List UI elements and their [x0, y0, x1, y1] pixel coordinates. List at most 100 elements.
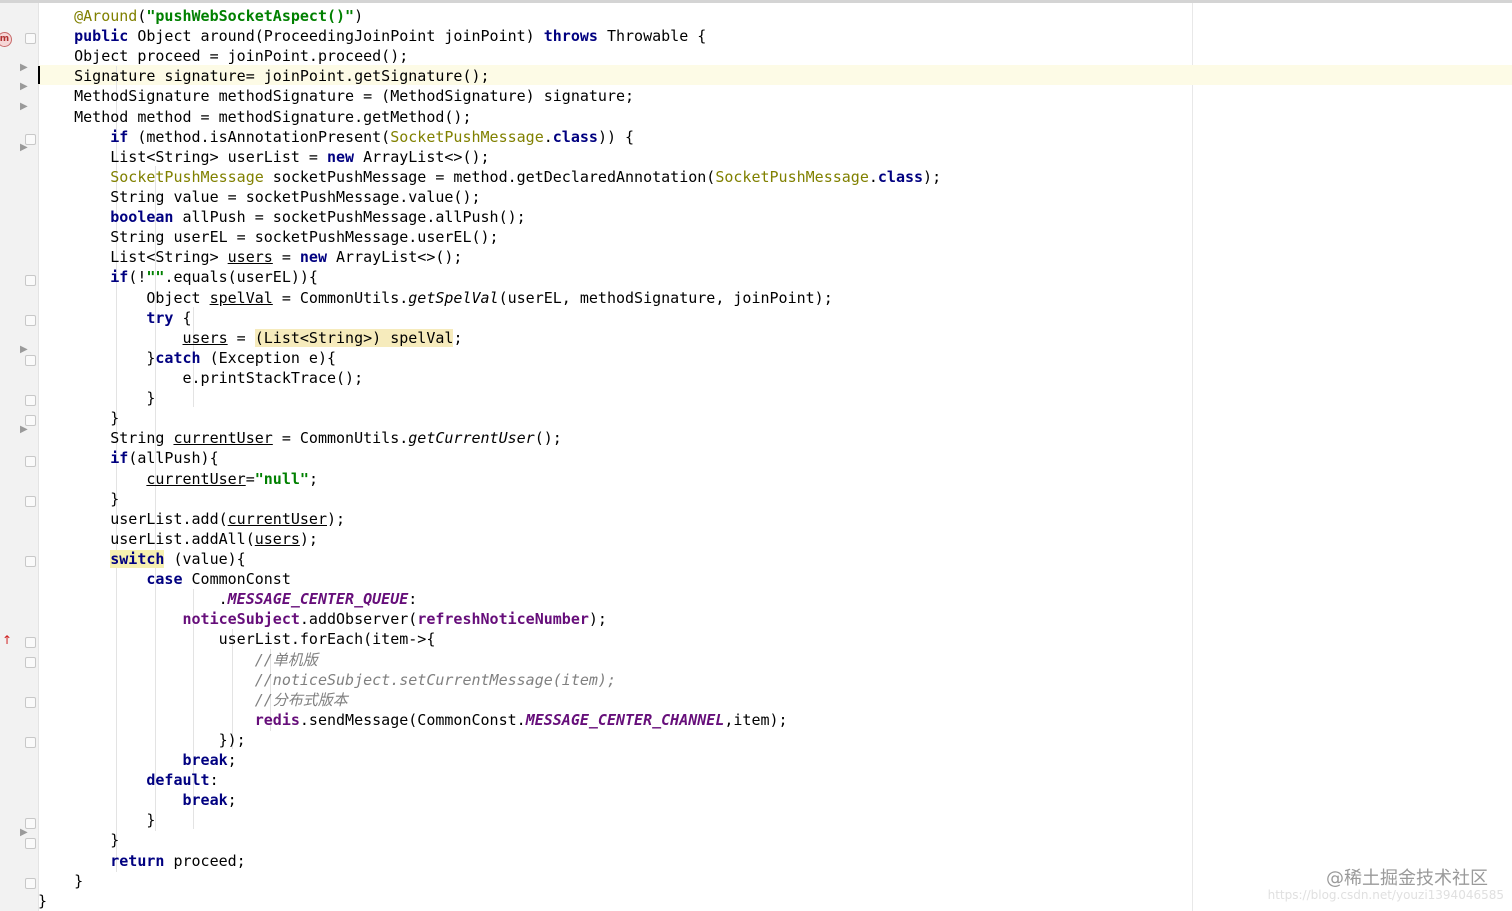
fold-toggle-icon[interactable] — [25, 818, 36, 829]
code-line: @Around("pushWebSocketAspect()") — [38, 6, 1512, 26]
code-text: } — [110, 489, 120, 508]
code-text: Object — [38, 288, 210, 307]
keyword-token: break — [182, 751, 228, 770]
code-text: ); — [923, 167, 942, 186]
annotation-token: SocketPushMessage — [390, 127, 544, 146]
code-text: . — [543, 127, 553, 146]
keyword-token: switch — [110, 549, 165, 568]
code-text: .equals(userEL)){ — [164, 268, 318, 287]
code-text: ArrayList<>(); — [327, 248, 463, 267]
code-line: case CommonConst — [38, 569, 1512, 589]
fold-toggle-icon[interactable] — [25, 878, 36, 889]
variable-token: currentUser — [173, 429, 273, 448]
fold-toggle-icon[interactable] — [25, 355, 36, 366]
code-line: if (method.isAnnotationPresent(SocketPus… — [38, 127, 1512, 147]
code-text: = CommonUtils. — [272, 288, 409, 307]
code-line: userList.addAll(users); — [38, 529, 1512, 549]
code-text: . — [868, 167, 878, 186]
code-line: List<String> userList = new ArrayList<>(… — [38, 147, 1512, 167]
code-line: public Object around(ProceedingJoinPoint… — [38, 26, 1512, 46]
keyword-token: class — [552, 127, 598, 146]
code-line: //分布式版本 — [38, 690, 1512, 710]
editor-gutter[interactable]: m ↑ ▶ ▶ ▶ ▶ ▶ ▶ ▶ — [0, 3, 39, 911]
override-arrow-icon[interactable]: ↑ — [2, 633, 12, 647]
code-text: ); — [299, 529, 318, 548]
field-token: refreshNoticeNumber — [417, 610, 589, 629]
variable-token: users — [254, 529, 300, 548]
keyword-token: class — [877, 167, 924, 186]
variable-token: currentUser — [227, 509, 327, 528]
code-text: } — [110, 409, 120, 428]
code-text: . — [218, 590, 228, 609]
fold-toggle-icon[interactable] — [25, 456, 36, 467]
code-editor[interactable]: @Around("pushWebSocketAspect()") public … — [38, 6, 1512, 911]
code-text: } — [38, 891, 48, 910]
keyword-token: public — [74, 27, 129, 46]
string-literal: "" — [146, 268, 165, 287]
keyword-token: try — [146, 308, 174, 327]
fold-toggle-icon[interactable] — [25, 657, 36, 668]
breakpoint-arrow-icon[interactable]: ▶ — [20, 102, 28, 112]
code-text: ) — [354, 7, 364, 25]
code-line: } — [38, 830, 1512, 850]
code-text: ); — [588, 610, 607, 629]
keyword-token: catch — [155, 348, 201, 367]
fold-toggle-icon[interactable] — [25, 838, 36, 849]
keyword-token: case — [146, 570, 183, 589]
breakpoint-arrow-icon[interactable]: ▶ — [20, 82, 28, 92]
code-line: Object spelVal = CommonUtils.getSpelVal(… — [38, 288, 1512, 308]
code-line: } — [38, 388, 1512, 408]
code-text: (); — [534, 429, 562, 448]
code-line: }catch (Exception e){ — [38, 348, 1512, 368]
code-text: String — [38, 429, 174, 448]
fold-toggle-icon[interactable] — [25, 134, 36, 145]
fold-toggle-icon[interactable] — [25, 415, 36, 426]
variable-token: users — [182, 328, 228, 347]
variable-token: currentUser — [146, 469, 246, 488]
code-text: (! — [128, 268, 147, 287]
keyword-token: default — [146, 771, 210, 790]
code-text: ; — [227, 751, 237, 770]
static-method-token: getSpelVal — [408, 288, 499, 307]
watermark: @稀土掘金技术社区 — [1326, 868, 1488, 889]
code-text: userList.addAll( — [38, 529, 255, 548]
fold-toggle-icon[interactable] — [25, 637, 36, 648]
fold-toggle-icon[interactable] — [25, 697, 36, 708]
method-marker-icon[interactable]: m — [0, 32, 12, 47]
code-line: if(!"".equals(userEL)){ — [38, 267, 1512, 287]
code-line: //单机版 — [38, 650, 1512, 670]
code-text: } — [74, 871, 84, 890]
breakpoint-arrow-icon[interactable]: ▶ — [20, 425, 28, 435]
fold-toggle-icon[interactable] — [25, 737, 36, 748]
fold-toggle-icon[interactable] — [25, 395, 36, 406]
static-field-token: MESSAGE_CENTER_CHANNEL — [525, 710, 725, 729]
fold-toggle-icon[interactable] — [25, 556, 36, 567]
code-text: CommonConst — [182, 570, 291, 589]
variable-token: users — [227, 248, 273, 267]
highlighted-cast: (List<String>) spelVal — [254, 328, 454, 347]
code-text: List<String> — [38, 248, 228, 267]
fold-toggle-icon[interactable] — [25, 315, 36, 326]
code-text: List<String> userList = — [38, 147, 327, 166]
fold-toggle-icon[interactable] — [25, 275, 36, 286]
static-method-token: getCurrentUser — [408, 429, 535, 448]
fold-toggle-icon[interactable] — [25, 496, 36, 507]
keyword-token: break — [182, 791, 228, 810]
code-text: allPush = socketPushMessage.allPush(); — [173, 208, 526, 227]
fold-toggle-icon[interactable] — [25, 33, 36, 44]
code-line: userList.add(currentUser); — [38, 509, 1512, 529]
code-line: userList.forEach(item->{ — [38, 630, 436, 649]
code-text: (method.isAnnotationPresent( — [128, 127, 391, 146]
code-line: //noticeSubject.setCurrentMessage(item); — [38, 670, 1512, 690]
code-text: } — [146, 389, 156, 408]
code-text: = — [227, 328, 255, 347]
code-line: SocketPushMessage socketPushMessage = me… — [38, 167, 1512, 187]
breakpoint-arrow-icon[interactable]: ▶ — [20, 345, 28, 355]
code-text: )) { — [597, 127, 635, 146]
code-text: : — [408, 590, 418, 609]
breakpoint-arrow-icon[interactable]: ▶ — [20, 63, 28, 73]
code-line: .MESSAGE_CENTER_QUEUE: — [38, 589, 1512, 609]
breakpoint-arrow-icon[interactable]: ▶ — [20, 828, 28, 838]
code-line: }); — [38, 730, 246, 749]
code-text: ); — [327, 509, 346, 528]
